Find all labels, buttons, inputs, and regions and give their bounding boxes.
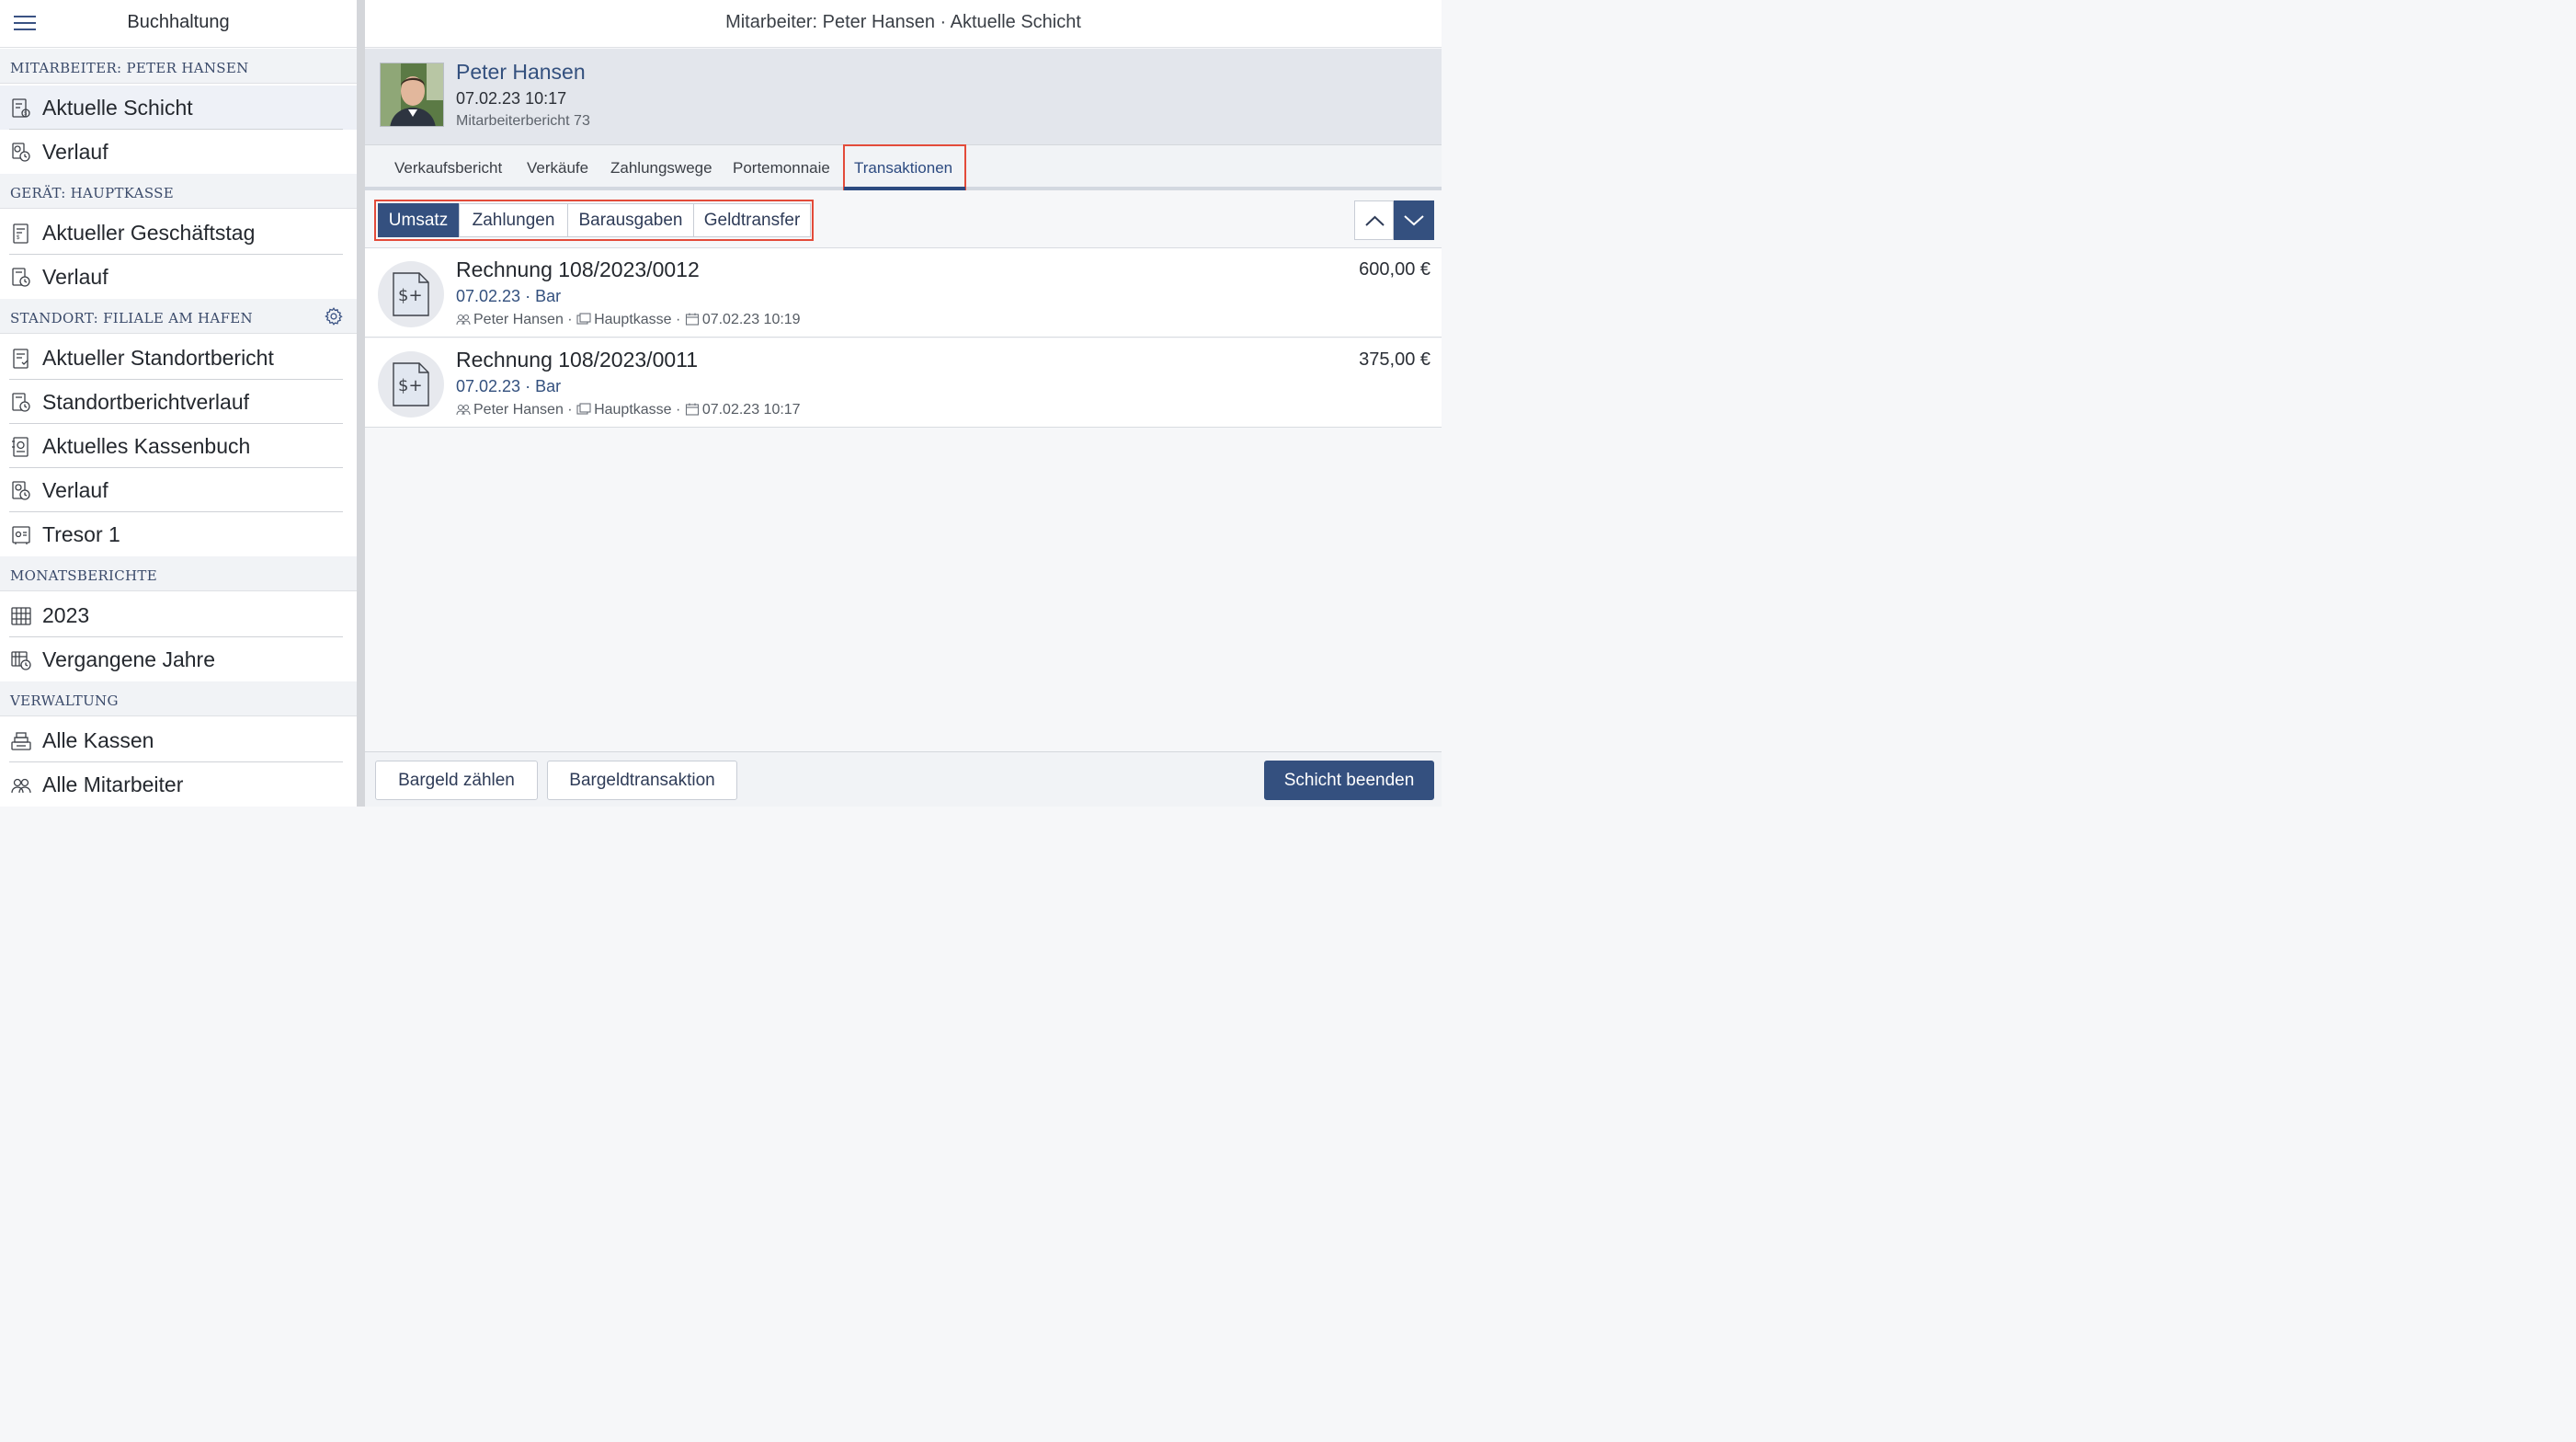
tab-sales-report[interactable]: Verkaufsbericht <box>394 159 502 177</box>
filter-cash-expenses-button[interactable]: Barausgaben <box>567 203 694 237</box>
svg-text:$+: $+ <box>398 376 423 395</box>
tab-bar: Verkaufsbericht Verkäufe Zahlungswege Po… <box>365 144 1442 190</box>
users-icon <box>456 404 471 416</box>
employee-name: Peter Hansen <box>456 60 586 84</box>
transaction-date-method: 07.02.23 · Bar <box>456 377 562 395</box>
transaction-meta: Peter Hansen · Hauptkasse · 07.02.23 10:… <box>456 402 801 418</box>
employee-profile: Peter Hansen 07.02.23 10:17 Mitarbeiterb… <box>365 49 1442 144</box>
cash-transaction-button[interactable]: Bargeldtransaktion <box>547 761 737 800</box>
receipt-icon: $ <box>13 223 28 244</box>
tab-sales[interactable]: Verkäufe <box>527 159 588 177</box>
transaction-meta: Peter Hansen · Hauptkasse · 07.02.23 10:… <box>456 312 801 328</box>
scroll-up-button[interactable] <box>1354 200 1394 240</box>
section-header-device: Gerät: Hauptkasse <box>0 174 357 209</box>
main-panel: Mitarbeiter: Peter Hansen · Aktuelle Sch… <box>365 0 1442 807</box>
transaction-date-method: 07.02.23 · Bar <box>456 287 562 305</box>
transaction-title: Rechnung 108/2023/0011 <box>456 348 699 372</box>
sidebar-item-all-registers[interactable]: Alle Kassen <box>0 718 357 762</box>
register-icon <box>576 403 591 415</box>
chevron-down-icon <box>1404 215 1424 226</box>
page-title: Mitarbeiter: Peter Hansen · Aktuelle Sch… <box>725 12 1081 32</box>
users-icon <box>11 778 31 794</box>
sidebar-item-current-cashbook[interactable]: Aktuelles Kassenbuch <box>0 424 357 468</box>
tab-highlight-frame <box>843 144 966 190</box>
chevron-up-icon <box>1365 215 1385 226</box>
sidebar-item-shift-history[interactable]: Verlauf <box>0 130 357 174</box>
sidebar-item-past-years[interactable]: Vergangene Jahre <box>0 637 357 681</box>
history-icon <box>11 651 31 670</box>
filter-segmented-control: Umsatz Zahlungen Barausgaben Geldtransfe… <box>374 200 814 241</box>
invoice-document-icon: $+ <box>378 351 444 418</box>
history-icon <box>12 393 30 412</box>
register-icon <box>576 313 591 325</box>
section-header-employee: Mitarbeiter: Peter Hansen <box>0 49 357 84</box>
sidebar-item-current-shift[interactable]: $ Aktuelle Schicht <box>0 86 357 130</box>
footer-toolbar: Bargeld zählen Bargeldtransaktion Schich… <box>365 751 1442 807</box>
avatar <box>380 63 444 127</box>
report-icon <box>13 349 28 369</box>
sidebar-header: Buchhaltung <box>0 0 357 48</box>
transaction-title: Rechnung 108/2023/0012 <box>456 258 700 281</box>
filter-payments-button[interactable]: Zahlungen <box>459 203 568 237</box>
sidebar-item-cashbook-history[interactable]: Verlauf <box>0 468 357 512</box>
list-item[interactable]: $+ Rechnung 108/2023/0011 07.02.23 · Bar… <box>365 338 1442 428</box>
transaction-amount: 600,00 € <box>1359 259 1430 280</box>
shift-datetime: 07.02.23 10:17 <box>456 89 567 108</box>
end-shift-button[interactable]: Schicht beenden <box>1264 761 1434 800</box>
employee-report-number: Mitarbeiterbericht 73 <box>456 113 590 129</box>
calendar-grid-icon <box>11 607 31 625</box>
safe-icon <box>12 526 30 544</box>
sidebar-item-location-report-history[interactable]: Standortberichtverlauf <box>0 380 357 424</box>
scroll-down-button[interactable] <box>1394 200 1434 240</box>
sidebar-item-all-employees[interactable]: Alle Mitarbeiter <box>0 762 357 807</box>
sidebar-item-current-location-report[interactable]: Aktueller Standortbericht <box>0 336 357 380</box>
svg-text:$+: $+ <box>398 286 423 305</box>
history-icon <box>12 481 30 500</box>
section-header-admin: Verwaltung <box>0 681 357 716</box>
cashbook-icon <box>12 437 28 457</box>
users-icon <box>456 314 471 326</box>
sidebar-item-current-business-day[interactable]: $ Aktueller Geschäftstag <box>0 211 357 255</box>
history-icon <box>12 143 30 162</box>
tab-payment-methods[interactable]: Zahlungswege <box>610 159 712 177</box>
cash-register-icon <box>11 732 31 750</box>
list-item[interactable]: $+ Rechnung 108/2023/0012 07.02.23 · Bar… <box>365 248 1442 338</box>
calendar-icon <box>685 313 699 326</box>
sidebar-divider[interactable] <box>357 0 365 807</box>
app-window: Buchhaltung Mitarbeiter: Peter Hansen $ … <box>0 0 1442 807</box>
sidebar-item-year-2023[interactable]: 2023 <box>0 593 357 637</box>
shift-report-icon: $ <box>12 98 30 118</box>
svg-text:$: $ <box>17 235 20 241</box>
filter-money-transfer-button[interactable]: Geldtransfer <box>693 203 811 237</box>
invoice-document-icon: $+ <box>378 261 444 327</box>
section-header-monthly: Monatsberichte <box>0 556 357 591</box>
history-icon <box>12 268 30 287</box>
svg-text:$: $ <box>24 111 27 117</box>
count-cash-button[interactable]: Bargeld zählen <box>375 761 538 800</box>
gear-icon[interactable] <box>324 306 344 326</box>
sidebar-title: Buchhaltung <box>127 12 230 32</box>
sidebar: Buchhaltung Mitarbeiter: Peter Hansen $ … <box>0 0 357 807</box>
section-header-location: Standort: Filiale am Hafen <box>0 299 357 334</box>
sidebar-item-safe[interactable]: Tresor 1 <box>0 512 357 556</box>
transaction-amount: 375,00 € <box>1359 349 1430 370</box>
sidebar-item-device-history[interactable]: Verlauf <box>0 255 357 299</box>
tab-wallet[interactable]: Portemonnaie <box>733 159 830 177</box>
top-bar: Mitarbeiter: Peter Hansen · Aktuelle Sch… <box>365 0 1442 48</box>
calendar-icon <box>685 403 699 416</box>
filter-revenue-button[interactable]: Umsatz <box>378 203 459 237</box>
active-tab-indicator <box>844 187 965 190</box>
